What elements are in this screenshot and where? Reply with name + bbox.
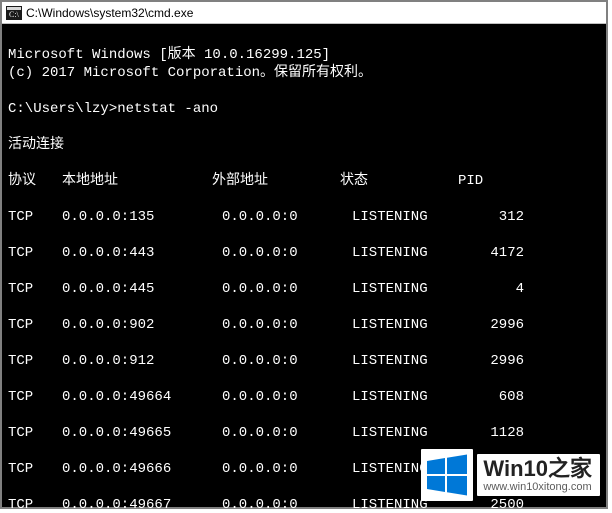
cmd-icon: C:\ [6,6,22,20]
cell-local: 0.0.0.0:49664 [62,388,222,406]
cell-local: 0.0.0.0:49667 [62,496,222,513]
cell-foreign: 0.0.0.0:0 [222,352,352,370]
cell-foreign: 0.0.0.0:0 [222,208,352,226]
cell-foreign: 0.0.0.0:0 [222,244,352,262]
hdr-foreign: 外部地址 [212,172,340,190]
cell-proto: TCP [8,208,62,226]
cell-local: 0.0.0.0:445 [62,280,222,298]
table-header: 协议本地地址外部地址状态PID [8,172,600,190]
cell-proto: TCP [8,280,62,298]
prompt-path: C:\Users\lzy> [8,101,117,117]
cell-local: 0.0.0.0:902 [62,316,222,334]
prompt-command: netstat -ano [117,101,218,117]
banner-line-1: Microsoft Windows [版本 10.0.16299.125] [8,47,330,63]
cell-pid: 2996 [474,316,524,334]
table-row: TCP0.0.0.0:1350.0.0.0:0LISTENING312 [8,208,600,226]
cell-foreign: 0.0.0.0:0 [222,496,352,513]
cell-pid: 608 [474,388,524,406]
watermark-url: www.win10xitong.com [483,480,592,494]
table-row: TCP0.0.0.0:9120.0.0.0:0LISTENING2996 [8,352,600,370]
cell-state: LISTENING [352,208,474,226]
cell-state: LISTENING [352,424,474,442]
cell-pid: 1128 [474,424,524,442]
cell-foreign: 0.0.0.0:0 [222,280,352,298]
cell-proto: TCP [8,460,62,478]
cmd-window: C:\ C:\Windows\system32\cmd.exe Microsof… [0,0,608,509]
cell-state: LISTENING [352,280,474,298]
cell-proto: TCP [8,316,62,334]
cell-foreign: 0.0.0.0:0 [222,388,352,406]
cell-proto: TCP [8,352,62,370]
cell-pid: 4 [474,280,524,298]
hdr-local: 本地地址 [62,172,212,190]
watermark-brand: Win10之家 [483,458,592,480]
cell-local: 0.0.0.0:135 [62,208,222,226]
hdr-state: 状态 [340,172,458,190]
cell-foreign: 0.0.0.0:0 [222,424,352,442]
cell-local: 0.0.0.0:49665 [62,424,222,442]
cell-pid: 2996 [474,352,524,370]
table-row: TCP0.0.0.0:4430.0.0.0:0LISTENING4172 [8,244,600,262]
cell-local: 0.0.0.0:49666 [62,460,222,478]
table-row: TCP0.0.0.0:4450.0.0.0:0LISTENING4 [8,280,600,298]
windows-logo-icon [421,449,473,501]
watermark: Win10之家 www.win10xitong.com [421,449,600,501]
cell-state: LISTENING [352,316,474,334]
cell-pid: 4172 [474,244,524,262]
table-row: TCP0.0.0.0:9020.0.0.0:0LISTENING2996 [8,316,600,334]
cell-state: LISTENING [352,352,474,370]
svg-text:C:\: C:\ [9,10,20,19]
cell-foreign: 0.0.0.0:0 [222,460,352,478]
hdr-proto: 协议 [8,172,62,190]
cell-proto: TCP [8,496,62,513]
cell-foreign: 0.0.0.0:0 [222,316,352,334]
window-title: C:\Windows\system32\cmd.exe [26,6,606,20]
cell-state: LISTENING [352,388,474,406]
hdr-pid: PID [458,172,518,190]
watermark-text: Win10之家 www.win10xitong.com [477,454,600,496]
table-row: TCP0.0.0.0:496640.0.0.0:0LISTENING608 [8,388,600,406]
cell-local: 0.0.0.0:912 [62,352,222,370]
cell-proto: TCP [8,244,62,262]
section-title: 活动连接 [8,137,64,153]
titlebar[interactable]: C:\ C:\Windows\system32\cmd.exe [2,2,606,24]
console-area[interactable]: Microsoft Windows [版本 10.0.16299.125] (c… [2,24,606,513]
cell-state: LISTENING [352,244,474,262]
banner-line-2: (c) 2017 Microsoft Corporation。保留所有权利。 [8,65,372,81]
cell-proto: TCP [8,424,62,442]
cell-proto: TCP [8,388,62,406]
cell-local: 0.0.0.0:443 [62,244,222,262]
table-row: TCP0.0.0.0:496650.0.0.0:0LISTENING1128 [8,424,600,442]
cell-pid: 312 [474,208,524,226]
